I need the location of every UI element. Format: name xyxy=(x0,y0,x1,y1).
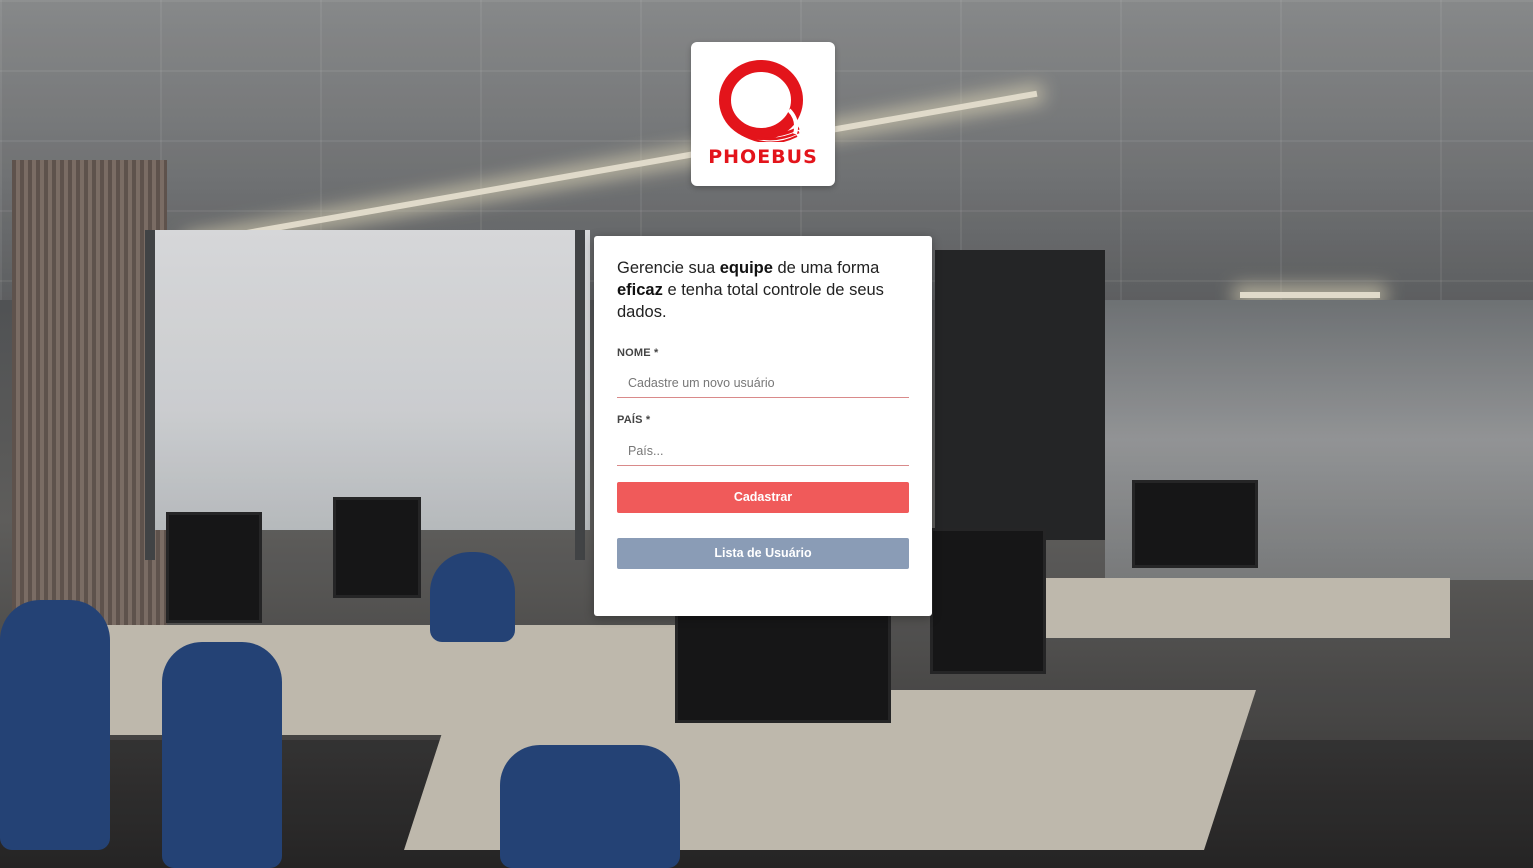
tagline-bold-text: equipe xyxy=(719,259,773,277)
tagline-text: de uma forma xyxy=(772,259,880,277)
tagline: Gerencie sua equipe de uma forma eficaz … xyxy=(617,257,909,323)
country-label: PAÍS * xyxy=(617,414,651,426)
tagline-text: Gerencie sua xyxy=(617,259,720,277)
brand-logo: PHOEBUS xyxy=(691,42,835,186)
register-button[interactable]: Cadastrar xyxy=(617,482,909,513)
logo-wordmark: PHOEBUS xyxy=(708,146,818,168)
tagline-bold-text: eficaz xyxy=(617,281,663,299)
register-card: Gerencie sua equipe de uma forma eficaz … xyxy=(594,236,932,616)
user-list-button[interactable]: Lista de Usuário xyxy=(617,538,909,569)
name-label: NOME * xyxy=(617,347,659,359)
country-input[interactable] xyxy=(617,436,909,466)
name-input[interactable] xyxy=(617,368,909,398)
